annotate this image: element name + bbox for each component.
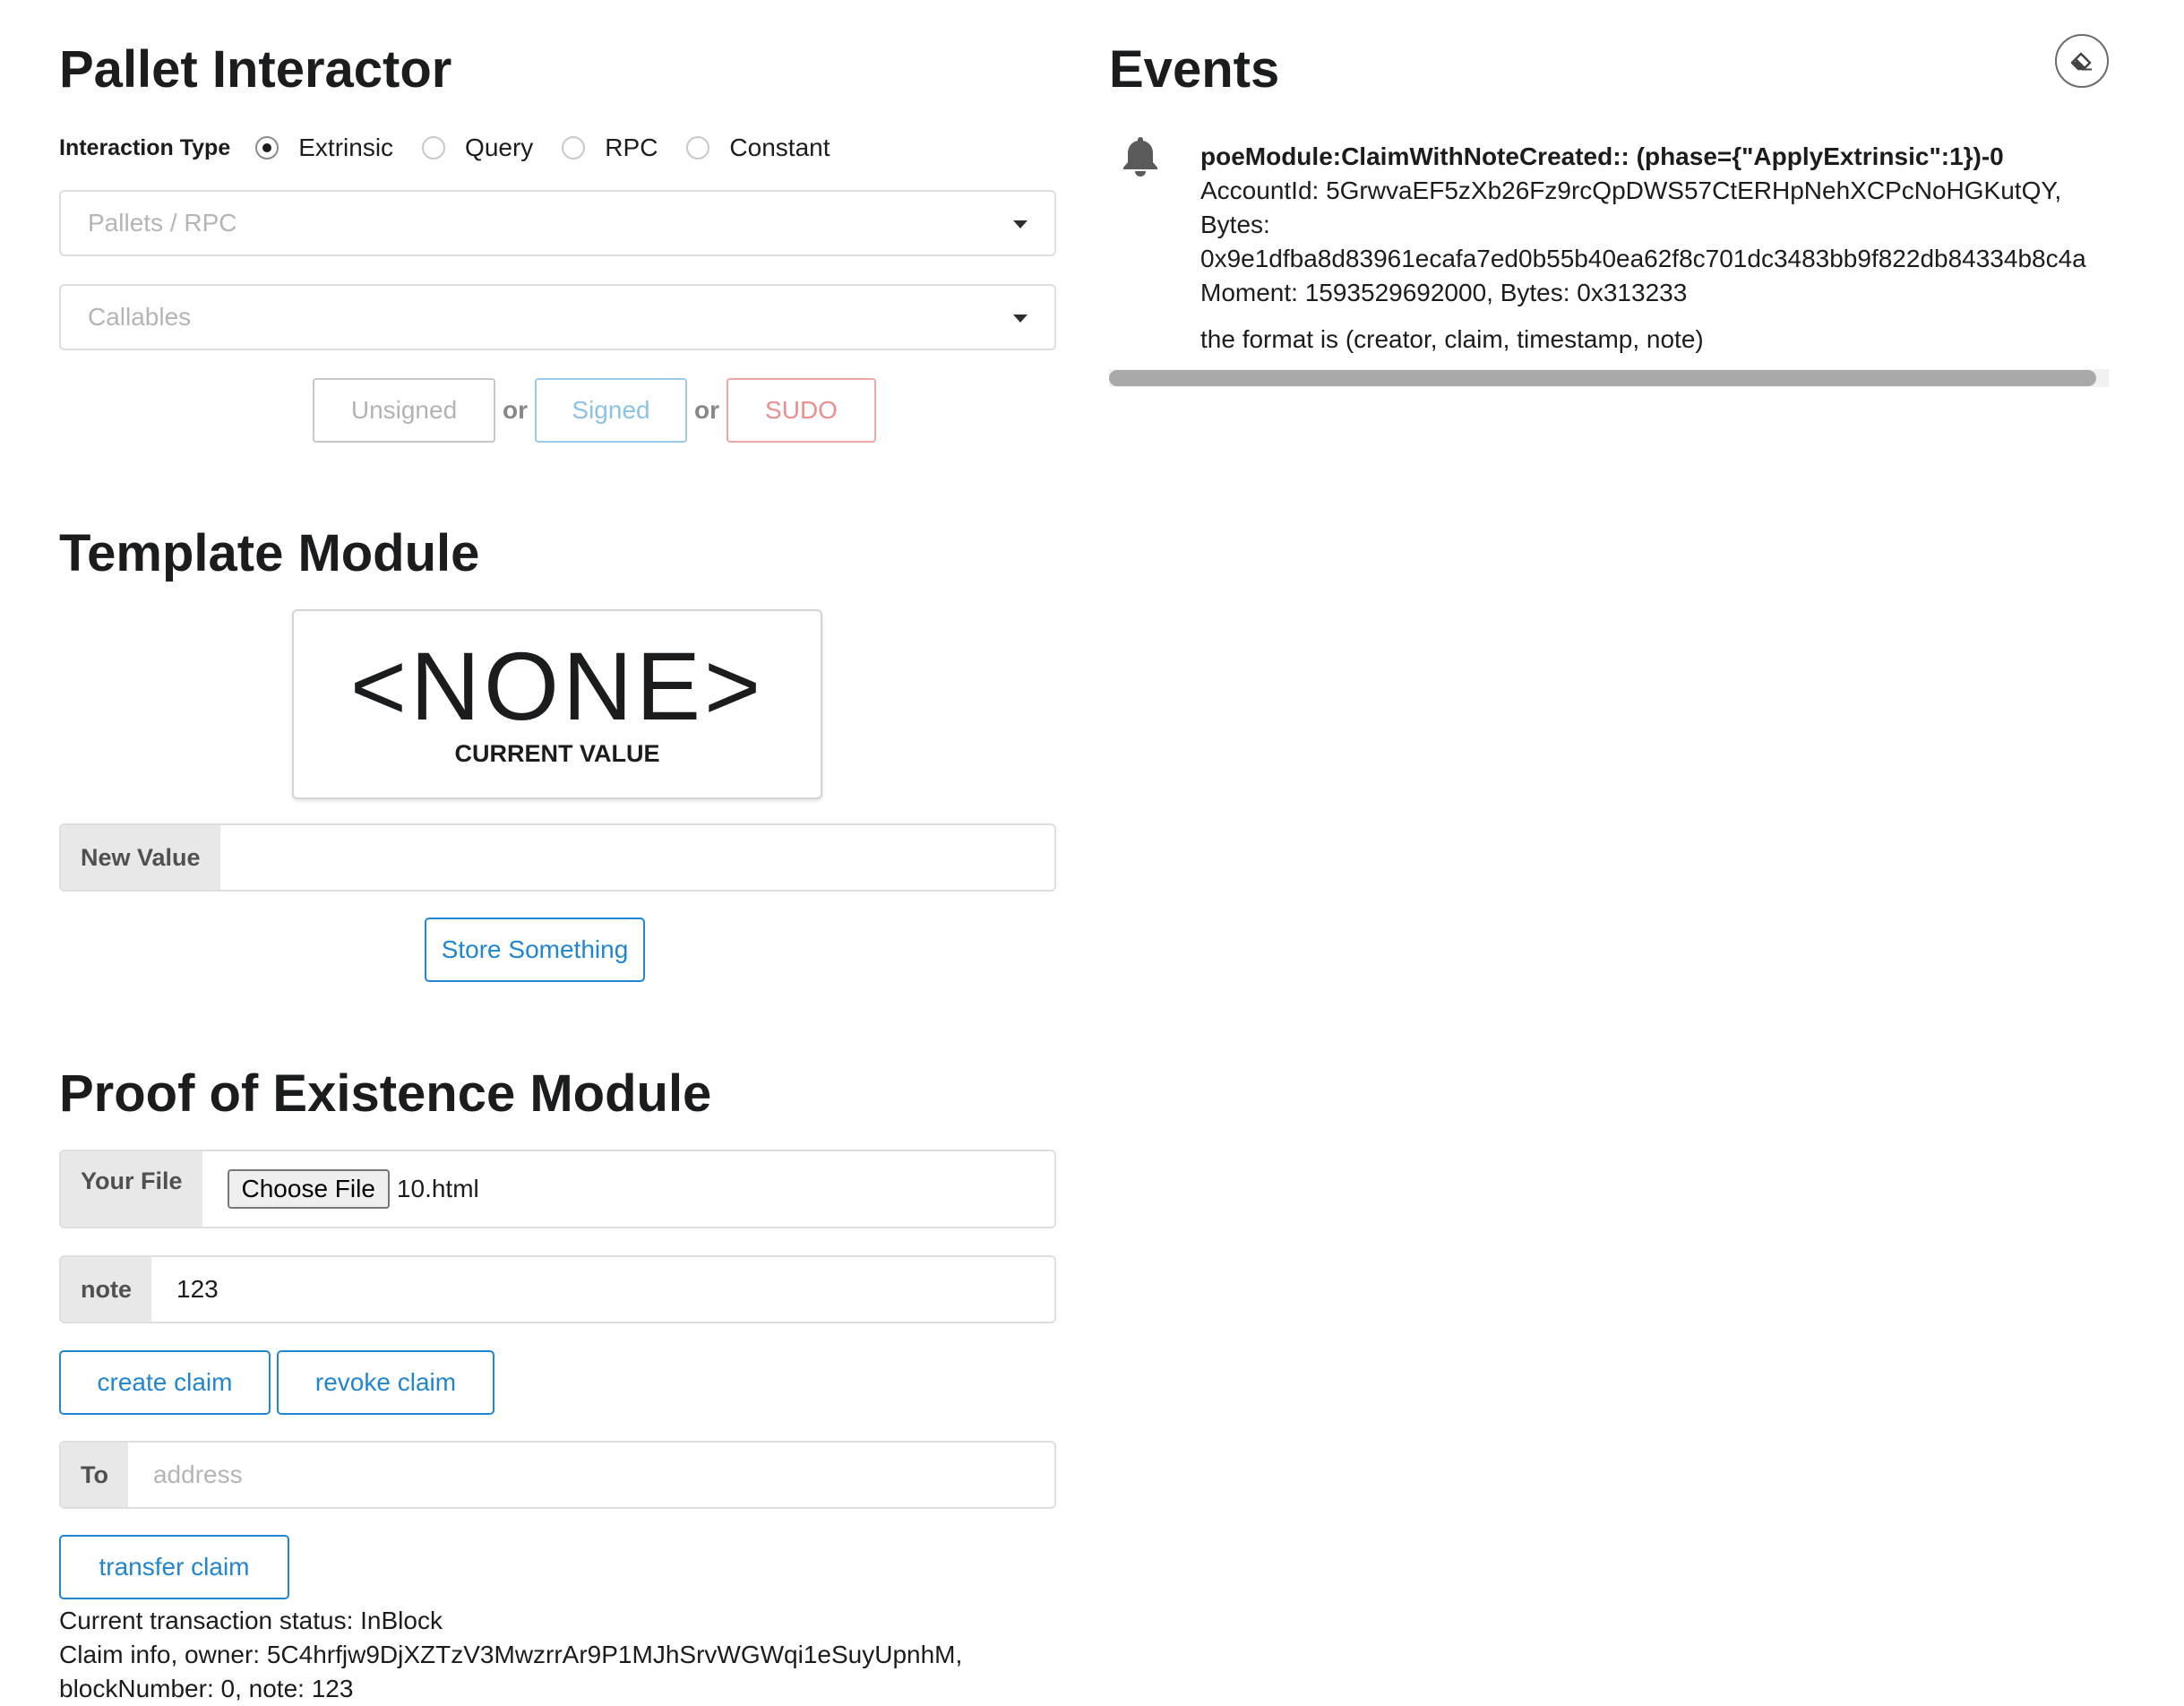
radio-rpc-circle[interactable] bbox=[562, 136, 586, 159]
event-bytes-label: Bytes: bbox=[1200, 211, 1270, 238]
callables-placeholder: Callables bbox=[88, 303, 192, 331]
page: Pallet Interactor Interaction Type Extri… bbox=[0, 0, 2184, 1706]
unsigned-button[interactable]: Unsigned bbox=[313, 378, 495, 443]
event-format-note: the format is (creator, claim, timestamp… bbox=[1200, 325, 1704, 353]
bell-icon bbox=[1123, 137, 1157, 177]
your-file-label: Your File bbox=[61, 1151, 202, 1227]
tx-button-group: Unsigned or Signed or SUDO bbox=[313, 377, 876, 444]
transfer-claim-button[interactable]: transfer claim bbox=[59, 1535, 289, 1599]
note-input[interactable]: 123 bbox=[151, 1257, 1054, 1322]
events-panel: Events poeModule:ClaimWithNoteCreated:: … bbox=[1109, 0, 2109, 394]
event-moment-line: Moment: 1593529692000, Bytes: 0x313233 bbox=[1200, 279, 1688, 306]
left-column: Pallet Interactor Interaction Type Extri… bbox=[59, 0, 1056, 1706]
or-separator: or bbox=[694, 396, 719, 424]
event-content: poeModule:ClaimWithNoteCreated:: (phase=… bbox=[1200, 140, 2109, 357]
radio-query-label: Query bbox=[465, 134, 534, 161]
events-title: Events bbox=[1109, 40, 1280, 99]
current-value-caption: CURRENT VALUE bbox=[454, 740, 660, 767]
radio-constant-label: Constant bbox=[729, 134, 830, 161]
template-module-title: Template Module bbox=[59, 524, 480, 582]
event-account-line: AccountId: 5GrwvaEF5zXb26Fz9rcQpDWS57CtE… bbox=[1200, 177, 2062, 204]
pallets-rpc-dropdown[interactable]: Pallets / RPC bbox=[59, 190, 1056, 256]
eraser-icon bbox=[2070, 52, 2092, 71]
to-address-field: To address bbox=[59, 1441, 1056, 1509]
radio-constant[interactable]: Constant bbox=[686, 134, 830, 162]
caret-down-icon bbox=[1013, 220, 1028, 228]
note-label: note bbox=[61, 1257, 151, 1322]
revoke-claim-button[interactable]: revoke claim bbox=[277, 1350, 494, 1415]
radio-rpc-label: RPC bbox=[605, 134, 658, 161]
clear-events-button[interactable] bbox=[2055, 34, 2109, 88]
status-line: Current transaction status: InBlock bbox=[59, 1607, 443, 1634]
current-value: <NONE> bbox=[349, 632, 765, 740]
event-title: poeModule:ClaimWithNoteCreated:: (phase=… bbox=[1200, 142, 2004, 170]
pallet-interactor-title: Pallet Interactor bbox=[59, 40, 452, 99]
sudo-button[interactable]: SUDO bbox=[727, 378, 876, 443]
create-claim-button[interactable]: create claim bbox=[59, 1350, 271, 1415]
note-field: note 123 bbox=[59, 1255, 1056, 1323]
caret-down-icon bbox=[1013, 314, 1028, 323]
interaction-type-label: Interaction Type bbox=[59, 134, 231, 160]
event-item: poeModule:ClaimWithNoteCreated:: (phase=… bbox=[1109, 134, 2109, 363]
file-input[interactable]: Choose File 10.html bbox=[202, 1151, 1054, 1227]
radio-extrinsic-circle[interactable] bbox=[255, 136, 279, 159]
event-bytes-value: 0x9e1dfba8d83961ecafa7ed0b55b40ea62f8c70… bbox=[1200, 245, 2086, 272]
pallets-rpc-placeholder: Pallets / RPC bbox=[88, 209, 237, 237]
claim-info-line: blockNumber: 0, note: 123 bbox=[59, 1675, 354, 1702]
new-value-label: New Value bbox=[61, 825, 220, 890]
callables-dropdown[interactable]: Callables bbox=[59, 284, 1056, 350]
radio-constant-circle[interactable] bbox=[686, 136, 710, 159]
your-file-field: Your File Choose File 10.html bbox=[59, 1150, 1056, 1228]
new-value-field: New Value bbox=[59, 823, 1056, 892]
scrollbar-thumb[interactable] bbox=[1109, 370, 2096, 386]
signed-button[interactable]: Signed bbox=[535, 378, 687, 443]
radio-query[interactable]: Query bbox=[422, 134, 533, 162]
current-value-card: <NONE> CURRENT VALUE bbox=[292, 609, 822, 799]
store-something-button[interactable]: Store Something bbox=[425, 918, 645, 982]
new-value-input[interactable] bbox=[220, 825, 1054, 890]
to-address-input[interactable]: address bbox=[128, 1443, 1054, 1507]
poe-module-title: Proof of Existence Module bbox=[59, 1064, 712, 1123]
to-label: To bbox=[61, 1443, 128, 1507]
horizontal-scrollbar[interactable] bbox=[1109, 369, 2109, 387]
transaction-status: Current transaction status: InBlock Clai… bbox=[59, 1604, 1056, 1706]
radio-query-circle[interactable] bbox=[422, 136, 446, 159]
interaction-type-row: Interaction Type Extrinsic Query RPC Con… bbox=[59, 130, 859, 166]
choose-file-button[interactable]: Choose File bbox=[227, 1169, 390, 1209]
claim-info-line: Claim info, owner: 5C4hrfjw9DjXZTzV3Mwzr… bbox=[59, 1641, 963, 1668]
radio-extrinsic-label: Extrinsic bbox=[298, 134, 394, 161]
file-name: 10.html bbox=[396, 1175, 479, 1202]
or-separator: or bbox=[503, 396, 528, 424]
radio-rpc[interactable]: RPC bbox=[562, 134, 658, 162]
radio-extrinsic[interactable]: Extrinsic bbox=[255, 134, 393, 162]
